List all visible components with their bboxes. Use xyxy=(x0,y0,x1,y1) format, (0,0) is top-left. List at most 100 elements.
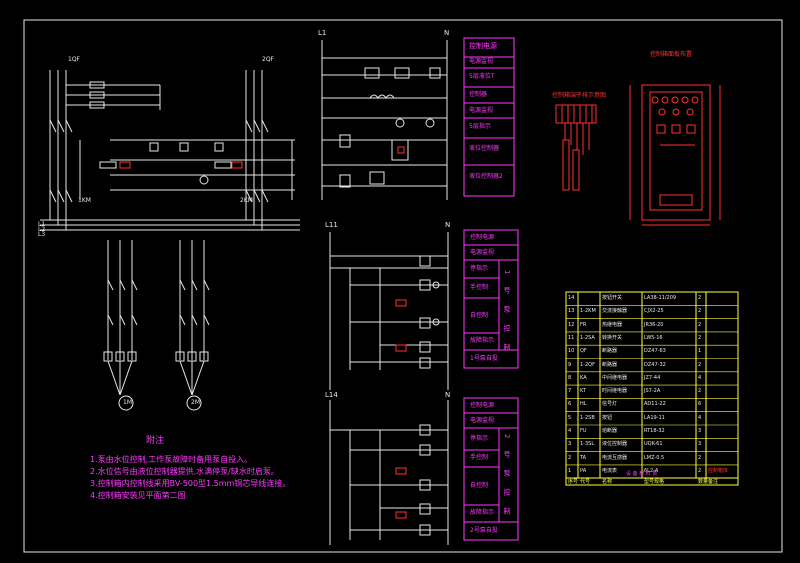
control-pump2-label-4: 手控制 xyxy=(470,454,489,461)
control-top-label-6: 5层指示 xyxy=(469,123,491,130)
control-pump1-label-5: 自控制 xyxy=(470,312,489,319)
control-pump2-label-6: 故障指示 xyxy=(470,509,495,516)
bom-cell: PA xyxy=(580,467,587,474)
bom-cell: 3 xyxy=(568,441,572,448)
bom-cell: TA xyxy=(580,454,587,461)
control-pump1-label-1: 控制电源 xyxy=(470,234,495,241)
bom-cell: 液位控制器 xyxy=(602,441,628,448)
bom-cell: 2 xyxy=(698,361,702,368)
control-pump1-label-4: 手控制 xyxy=(470,284,489,291)
bom-cell: 控制箱体 xyxy=(708,467,729,474)
bom-header-cell: 备注 xyxy=(708,479,719,485)
notes-item-1: 1.泵由水位控制,工作泵故障时备用泵自投入。 xyxy=(90,455,253,464)
bom-cell: 2 xyxy=(698,388,702,395)
bom-cell: 8 xyxy=(568,374,572,381)
bom-cell: 1-3SL xyxy=(580,441,595,448)
control-top-red-marks xyxy=(397,146,405,154)
bus-label-l3: L3 xyxy=(38,231,46,238)
bom-cell: 转换开关 xyxy=(602,334,623,341)
bom-header-cell: 型号规格 xyxy=(644,479,665,485)
bom-cell: 交流接触器 xyxy=(602,308,628,315)
control-top-label-1: 控制电源 xyxy=(469,42,497,50)
control-circuit-pump1 xyxy=(329,232,449,390)
bom-cell: 3 xyxy=(698,428,702,434)
bom-cell: 热继电器 xyxy=(602,321,623,328)
bom-cell: 时间继电器 xyxy=(602,388,628,395)
bom-cell: 2 xyxy=(698,308,702,315)
bom-cell: LW5-16 xyxy=(644,334,663,341)
bom-cell: JZ7-44 xyxy=(644,374,661,381)
bom-cell: 2 xyxy=(698,467,702,474)
bom-cell: CJX2-25 xyxy=(644,308,664,315)
bom-cell: 14 xyxy=(568,295,575,301)
bom-cell: JS7-2A xyxy=(644,388,661,395)
bom-cell: 11 xyxy=(568,334,575,341)
bom-cell: 1-2SB xyxy=(580,414,595,421)
control-circuit-top xyxy=(321,40,448,200)
motor1-label: 1M xyxy=(123,399,132,406)
control-pump2-label-5: 自控制 xyxy=(470,482,489,489)
bom-cell: LMZ-0.5 xyxy=(644,454,665,461)
bom-header-cell: 序号 xyxy=(568,479,579,485)
bom-cell: AD11-22 xyxy=(644,401,666,408)
control-pump2-bus-left: L14 xyxy=(325,391,338,399)
notes-item-3: 3.控制箱内控制线采用BV-500型1.5mm铜芯导线连接。 xyxy=(90,479,291,488)
motor-branches xyxy=(103,240,210,411)
contactor1-label: 1KM xyxy=(78,197,91,204)
terminal-diagram xyxy=(555,104,597,191)
control-pump2-bus-right: N xyxy=(445,391,451,399)
terminal-diagram-title: 控制箱端子排示意图 xyxy=(552,92,607,99)
bom-cell: 12 xyxy=(568,321,575,328)
bom-cell: LA19-11 xyxy=(644,414,665,421)
bom-cell: 电流表 xyxy=(602,467,618,474)
bom-header-cell: 代号 xyxy=(580,479,591,485)
bom-cell: 9 xyxy=(568,361,572,368)
bom-cell: 4 xyxy=(568,428,572,434)
bom-cell: 6 xyxy=(568,401,572,408)
contactor2-label: 2KM xyxy=(240,197,253,204)
pump1-breaker-label: 1QF xyxy=(68,56,80,63)
notes-item-4: 4.控制箱安装见平面第二图 xyxy=(90,491,186,500)
panel-layout-dims xyxy=(629,85,721,226)
bom-cell: 断路器 xyxy=(602,361,618,368)
control-pump1-bus-left: L11 xyxy=(325,221,338,229)
control-circuit-pump2 xyxy=(329,400,449,545)
bom-cell: 信号灯 xyxy=(602,401,618,408)
bom-cell: 中间继电器 xyxy=(602,374,628,381)
control-top-label-5: 电源监视 xyxy=(469,107,494,114)
bom-cell: 2 xyxy=(698,321,702,328)
control-top-label-3: 5层液位T xyxy=(469,73,495,80)
bom-cell: 6 xyxy=(698,401,702,408)
notes-item-2: 2.水位信号由液位控制器提供,水满停泵/缺水时启泵。 xyxy=(90,467,279,476)
control-top-label-7: 液位控制器 xyxy=(469,145,500,152)
motor2-label: 2M xyxy=(191,399,200,406)
bom-cell: 3 xyxy=(698,441,702,448)
control-pump1-label-6: 故障指示 xyxy=(470,337,495,344)
bom-cell: 1 xyxy=(698,348,702,355)
control-top-bus-left: L1 xyxy=(318,29,327,37)
bom-cell: 1 xyxy=(568,467,572,474)
panel-layout-title: 控制箱面板布置 xyxy=(650,51,693,58)
bom-cell: HL xyxy=(580,401,587,408)
panel-layout xyxy=(641,84,711,221)
bom-cell: 2 xyxy=(698,295,702,301)
control-pump1-label-7: 1号泵自投 xyxy=(470,355,498,362)
bom-cell: FU xyxy=(580,428,587,434)
bom-cell: 13 xyxy=(568,308,575,315)
control-pump2-label-1: 控制电源 xyxy=(470,402,495,409)
pump2-breaker-label: 2QF xyxy=(262,56,274,63)
control-pump2-label-3: 停指示 xyxy=(470,435,489,442)
bom-cell: 按钮 xyxy=(602,414,613,421)
bom-cell: KA xyxy=(580,374,587,381)
bom-cell: DZ47-32 xyxy=(644,361,666,368)
bom-cell: 按钮开关 xyxy=(602,295,623,301)
bom-table: 14 按钮开关 LA38-11/209 2 13 1-2KM 交流接触器 CJX2-25 2 12… xyxy=(566,292,738,485)
bom-cell: 2 xyxy=(568,454,572,461)
bom-cell: 4 xyxy=(698,414,702,421)
bom-header-cell: 数量 xyxy=(698,479,709,485)
bom-cell: 断路器 xyxy=(602,348,618,355)
control-top-label-2: 电源监视 xyxy=(469,58,494,65)
control-pump1-label-3: 停指示 xyxy=(470,265,489,272)
control-top-bus-right: N xyxy=(444,29,450,37)
control-top-label-8: 液位控制器2 xyxy=(469,173,503,180)
